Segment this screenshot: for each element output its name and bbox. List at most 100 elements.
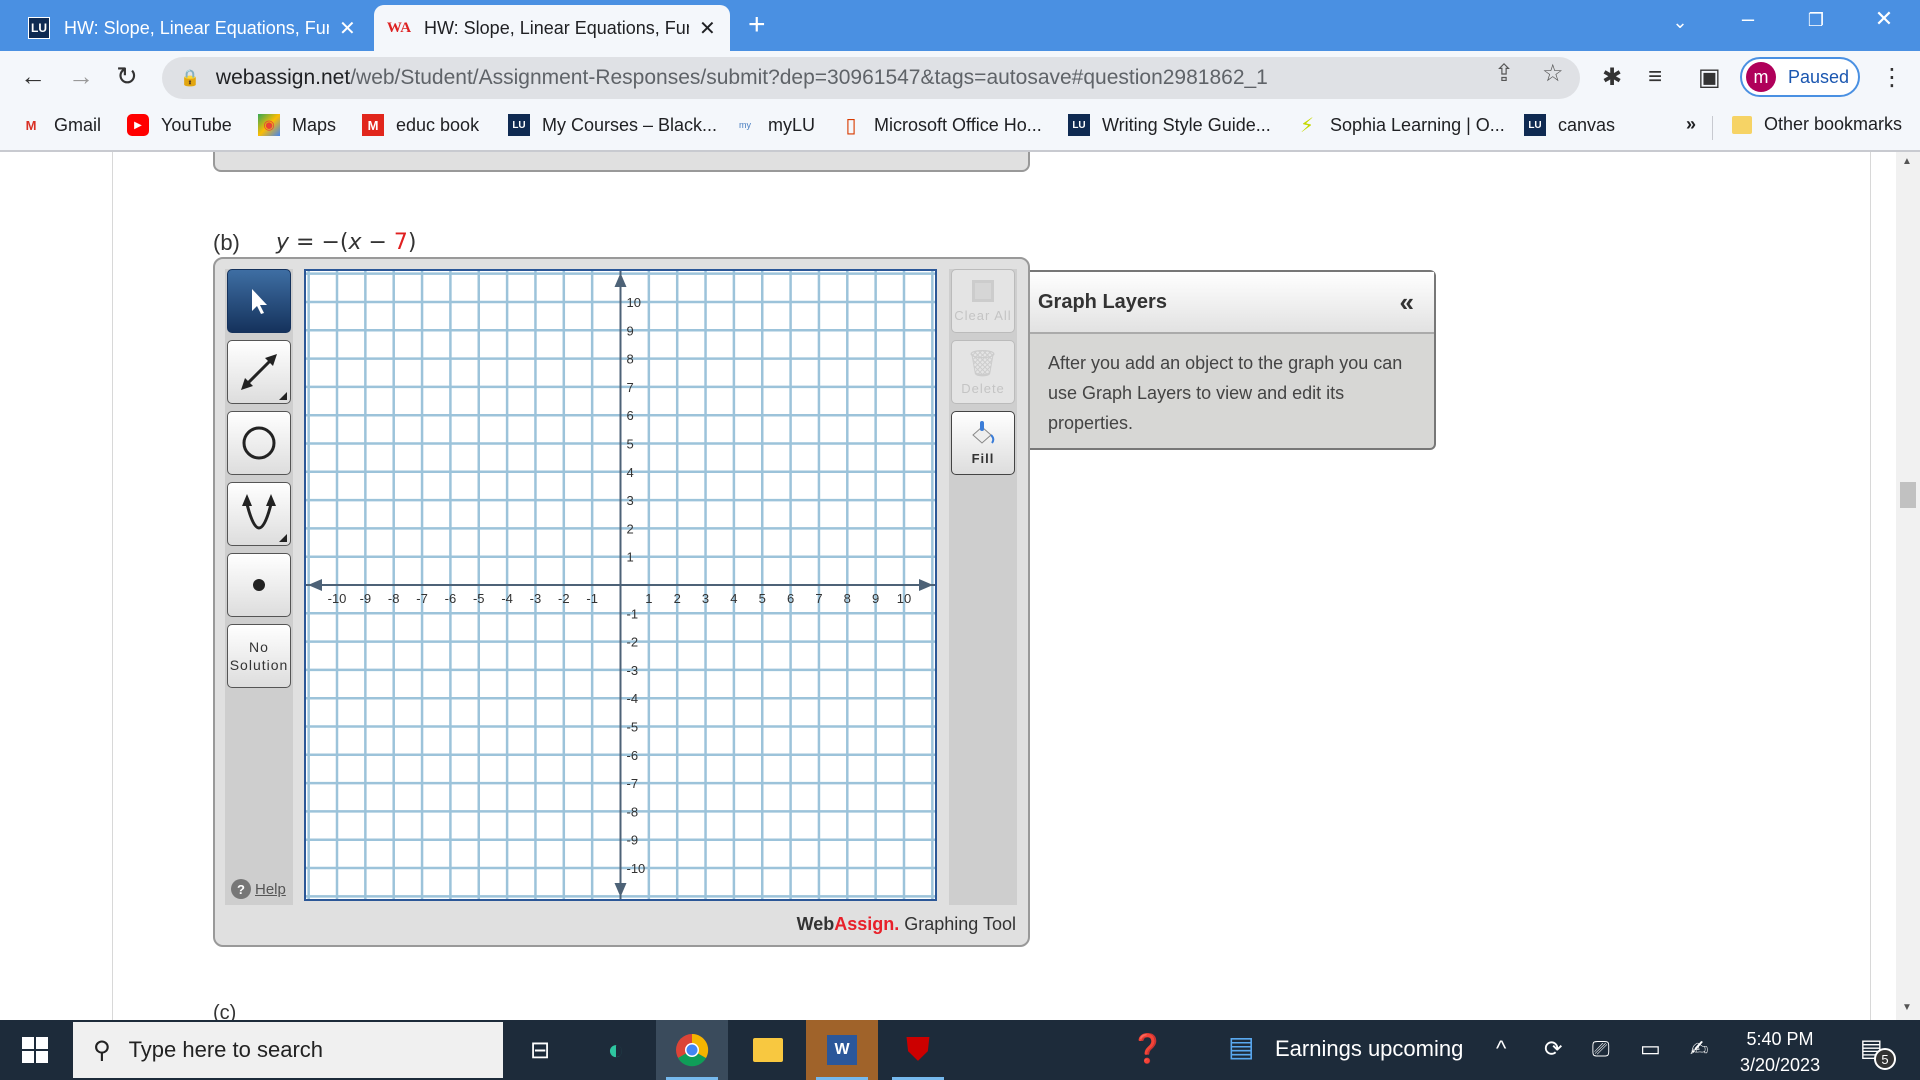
circle-icon <box>242 426 276 460</box>
clear-all-icon <box>972 279 994 302</box>
tab-search-chevron-icon[interactable]: ⌄ <box>1660 12 1700 33</box>
windows-start-icon[interactable] <box>22 1037 48 1063</box>
previous-graph-tool-bottom <box>213 152 1030 172</box>
chrome-menu-icon[interactable]: ⋮ <box>1880 63 1904 92</box>
close-tab-icon[interactable]: ✕ <box>699 16 716 41</box>
folder-icon <box>1732 115 1752 134</box>
coordinate-grid[interactable]: -10 -9 -8 -7 -6 -5 -4 -3 -2 -1 1 2 3 4 5 6 7 8 9 10 10 9 8 7 6 5 4… <box>306 271 935 899</box>
delete-button[interactable]: 🗑 Delete <box>951 340 1015 404</box>
line-tool-button[interactable] <box>227 340 291 404</box>
news-widget-icon[interactable]: ▤ <box>1228 1030 1254 1063</box>
bookmark-maps[interactable]: ◉ Maps <box>258 114 336 136</box>
youtube-icon: ▶ <box>127 114 149 136</box>
page-scrollbar[interactable]: ▲ ▼ <box>1896 152 1920 1020</box>
x-tick-label: 9 <box>872 591 879 606</box>
show-hidden-icons-chevron[interactable]: ^ <box>1496 1036 1506 1062</box>
y-tick-label: -10 <box>627 861 646 876</box>
pointer-arrow-icon <box>252 289 267 314</box>
no-solution-button[interactable]: No Solution <box>227 624 291 688</box>
tab-lu-homework[interactable]: LU HW: Slope, Linear Equations, Function… <box>14 5 374 51</box>
graph-layers-title: Graph Layers <box>1038 290 1167 313</box>
mcafee-icon[interactable]: ⛊ <box>882 1020 954 1080</box>
back-button[interactable]: ← <box>20 61 46 92</box>
system-clock[interactable]: 5:40 PM 3/20/2023 <box>1740 1026 1820 1078</box>
point-tool-button[interactable] <box>227 553 291 617</box>
minimize-button[interactable]: – <box>1728 6 1768 32</box>
media-queue-icon[interactable]: ≡ <box>1648 63 1662 91</box>
clock-date: 3/20/2023 <box>1740 1055 1821 1075</box>
scroll-up-icon[interactable]: ▲ <box>1902 156 1912 167</box>
x-tick-label: 10 <box>897 591 911 606</box>
help-tips-icon[interactable]: ❓ <box>1130 1032 1165 1065</box>
select-tool-button[interactable] <box>227 269 291 333</box>
other-bookmarks[interactable]: Other bookmarks <box>1732 114 1902 135</box>
question-equation: y = −(x − 7) <box>276 230 417 255</box>
lu-icon: LU <box>508 114 530 136</box>
y-tick-label: 10 <box>627 295 641 310</box>
share-icon[interactable]: ⇪ <box>1494 59 1514 88</box>
x-tick-label: 1 <box>645 591 652 606</box>
y-tick-label: -2 <box>627 635 639 650</box>
restore-button[interactable]: ❐ <box>1796 10 1836 31</box>
battery-icon[interactable]: ▭ <box>1640 1036 1661 1062</box>
bookmarks-overflow-button[interactable]: » <box>1686 114 1696 135</box>
chrome-icon[interactable] <box>656 1020 728 1080</box>
notification-center-icon[interactable]: ▤ 5 <box>1860 1034 1896 1070</box>
next-question-part: (c) <box>213 1002 237 1020</box>
profile-button[interactable]: m Paused <box>1740 57 1860 97</box>
close-window-button[interactable]: ✕ <box>1864 6 1904 32</box>
fill-button[interactable]: Fill <box>951 411 1015 475</box>
taskbar-search[interactable]: ⚲ Type here to search <box>73 1022 503 1078</box>
x-tick-label: -1 <box>586 591 598 606</box>
y-tick-label: -7 <box>627 776 639 791</box>
scrollbar-thumb[interactable] <box>1900 482 1916 508</box>
scroll-down-icon[interactable]: ▼ <box>1902 1002 1912 1013</box>
news-widget-label[interactable]: Earnings upcoming <box>1275 1036 1463 1062</box>
content-border-right <box>1870 152 1871 1020</box>
parabola-icon <box>242 494 276 530</box>
pen-icon[interactable]: ✍ <box>1690 1036 1708 1062</box>
clear-all-button[interactable]: Clear All <box>951 269 1015 333</box>
task-view-icon[interactable]: ⊟ <box>504 1020 576 1080</box>
notification-count-badge: 5 <box>1874 1048 1896 1070</box>
bookmark-writing-style[interactable]: LU Writing Style Guide... <box>1068 114 1271 136</box>
x-tick-label: 5 <box>759 591 766 606</box>
bookmark-sophia[interactable]: ⚡ Sophia Learning | O... <box>1296 114 1505 137</box>
bookmark-my-courses[interactable]: LU My Courses – Black... <box>508 114 717 136</box>
mylu-icon: my <box>739 120 751 130</box>
collapse-panel-icon[interactable]: « <box>1400 287 1414 318</box>
graph-layers-panel: Graph Layers « After you add an object t… <box>1030 270 1436 450</box>
circle-tool-button[interactable] <box>227 411 291 475</box>
graph-canvas[interactable]: -10 -9 -8 -7 -6 -5 -4 -3 -2 -1 1 2 3 4 5 6 7 8 9 10 10 9 8 7 6 5 4… <box>304 269 937 901</box>
address-bar[interactable]: 🔒 webassign.net/web/Student/Assignment-R… <box>162 57 1580 99</box>
tab-webassign-homework[interactable]: WA HW: Slope, Linear Equations, Function… <box>374 5 730 51</box>
side-panel-icon[interactable]: ▣ <box>1698 63 1721 92</box>
reload-button[interactable]: ↻ <box>116 61 138 92</box>
bookmark-canvas[interactable]: LU canvas <box>1524 114 1615 136</box>
close-tab-icon[interactable]: ✕ <box>339 16 356 41</box>
word-icon[interactable]: W <box>806 1020 878 1080</box>
bookmark-youtube[interactable]: ▶ YouTube <box>127 114 232 136</box>
forward-button[interactable]: → <box>68 61 94 92</box>
bookmark-office[interactable]: ▯ Microsoft Office Ho... <box>840 114 1041 137</box>
x-tick-label: -3 <box>530 591 542 606</box>
x-tick-label: -2 <box>558 591 570 606</box>
y-tick-label: 3 <box>627 493 634 508</box>
help-link[interactable]: ? Help <box>231 879 286 899</box>
office-icon: ▯ <box>845 114 857 137</box>
y-tick-label: 8 <box>627 352 634 367</box>
y-tick-label: 5 <box>627 436 634 451</box>
bookmark-star-icon[interactable]: ☆ <box>1542 59 1564 88</box>
camera-icon[interactable]: ⎚ <box>1592 1036 1610 1062</box>
new-tab-button[interactable]: + <box>748 8 766 42</box>
parabola-tool-button[interactable] <box>227 482 291 546</box>
bookmark-educ-book[interactable]: Meduc book <box>362 114 479 136</box>
x-tick-label: -9 <box>360 591 372 606</box>
file-explorer-icon[interactable] <box>732 1020 804 1080</box>
bookmark-gmail[interactable]: M Gmail <box>20 114 101 136</box>
sync-icon[interactable]: ⟳ <box>1544 1036 1562 1062</box>
point-icon <box>253 579 265 591</box>
edge-icon[interactable]: ◐ <box>580 1020 652 1080</box>
bookmark-mylu[interactable]: my myLU <box>734 114 815 136</box>
extensions-puzzle-icon[interactable]: ✱ <box>1602 63 1622 92</box>
